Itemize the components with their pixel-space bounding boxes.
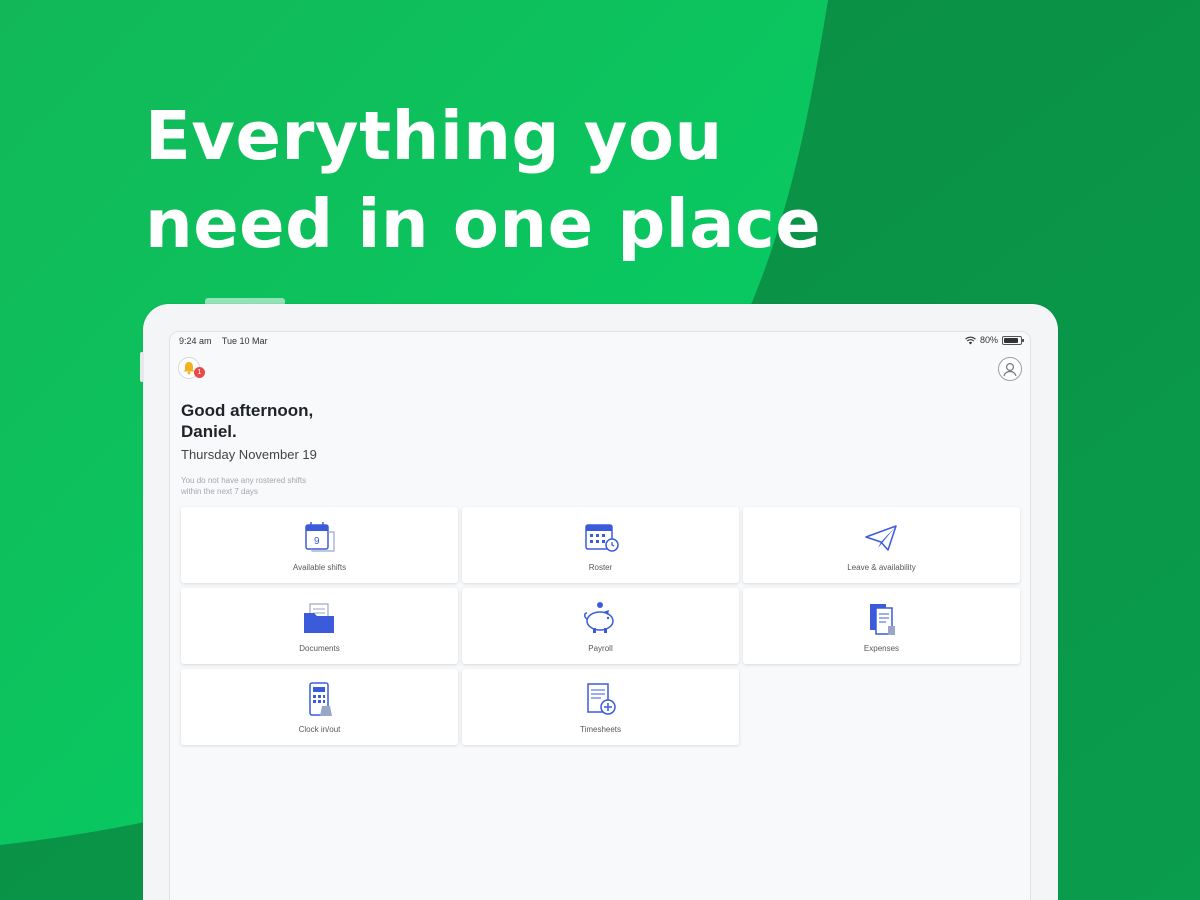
app-screen: 9:24 am Tue 10 Mar 80% 1 Good afternoon,… [169,331,1031,900]
tile-clock-in-out[interactable]: Clock in/out [181,669,458,745]
folder-icon [303,603,334,633]
headline-line-2: need in one place [145,185,822,263]
shifts-notice-line-2: within the next 7 days [181,487,258,496]
current-date: Thursday November 19 [181,447,317,462]
headline-line-1: Everything you [145,97,723,175]
battery-percent: 80% [979,335,998,345]
greeting-line-1: Good afternoon, [181,401,314,420]
calendar-grid-icon [584,524,619,552]
tile-label: Documents [299,644,340,653]
tile-label: Clock in/out [298,725,341,734]
status-bar: 9:24 am Tue 10 Mar 80% [170,332,1030,350]
shifts-notice-line-1: You do not have any rostered shifts [181,476,307,485]
tile-label: Available shifts [292,563,347,572]
notification-badge: 1 [194,367,205,378]
tile-label: Leave & availability [847,563,916,572]
tile-payroll[interactable]: Payroll [462,588,739,664]
status-time: 9:24 am [179,336,212,346]
piggy-bank-icon [583,602,614,633]
tile-label: Roster [588,563,613,572]
calendar-page-icon: 9 [304,522,335,552]
tile-expenses[interactable]: Expenses [743,588,1020,664]
profile-button[interactable] [998,357,1022,381]
tile-leave-availability[interactable]: Leave & availability [743,507,1020,583]
wifi-icon [965,336,976,344]
tile-documents[interactable]: Documents [181,588,458,664]
greeting: Good afternoon, Daniel. [181,400,313,442]
tablet-side-button [140,352,144,382]
shifts-notice: You do not have any rostered shifts with… [181,475,361,497]
tile-roster[interactable]: Roster [462,507,739,583]
clock-device-icon [308,682,332,716]
tile-timesheets[interactable]: Timesheets [462,669,739,745]
tile-label: Payroll [588,644,613,653]
paper-plane-icon [864,525,897,551]
svg-text:9: 9 [314,536,320,547]
tile-available-shifts[interactable]: 9 Available shifts [181,507,458,583]
receipts-icon [869,604,895,635]
greeting-name: Daniel. [181,422,237,441]
timesheet-icon [586,683,616,715]
headline: Everything you need in one place [145,92,821,268]
tile-label: Expenses [863,644,900,653]
profile-icon [1003,362,1017,377]
status-date: Tue 10 Mar [221,336,268,346]
battery-icon [1002,335,1024,345]
tile-label: Timesheets [579,725,622,734]
